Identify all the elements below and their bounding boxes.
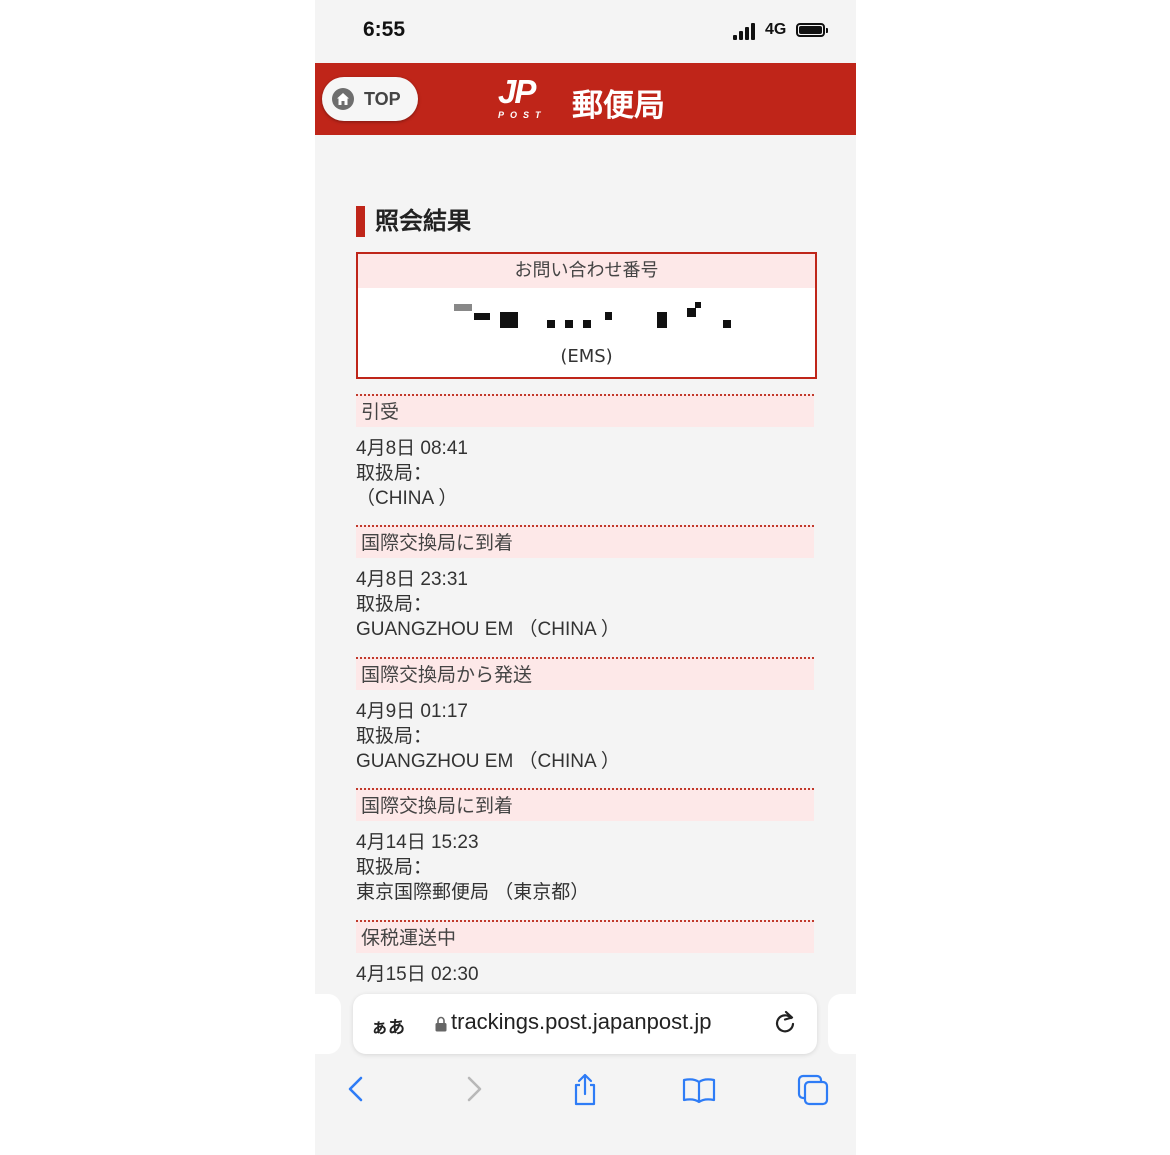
lock-icon — [435, 1016, 447, 1032]
event-office: 東京国際郵便局 （東京都） — [356, 882, 590, 903]
back-icon[interactable] — [339, 1072, 375, 1108]
tracking-event: 国際交換局に到着 4月8日 23:31 取扱局： GUANGZHOU EM （C… — [356, 525, 814, 642]
tracking-event: 国際交換局に到着 4月14日 15:23 取扱局： 東京国際郵便局 （東京都） — [356, 788, 814, 905]
url-text[interactable]: trackings.post.japanpost.jp — [451, 1009, 712, 1035]
status-bar: 6:55 4G — [315, 0, 856, 62]
forward-icon[interactable] — [455, 1072, 491, 1108]
tabs-icon[interactable] — [795, 1072, 831, 1108]
brand-name: 郵便局 — [572, 88, 665, 124]
bookmarks-icon[interactable] — [681, 1072, 717, 1108]
phone-screen: 6:55 4G TOP JP POST 郵便局 照会結果 お問い合わせ番号 (E… — [315, 0, 856, 1155]
reload-icon[interactable] — [772, 1009, 798, 1037]
event-status: 保税運送中 — [356, 920, 814, 953]
address-bar[interactable]: ぁあ trackings.post.japanpost.jp — [353, 994, 817, 1054]
event-datetime: 4月15日 02:30 — [356, 964, 479, 985]
logo-text: JP — [498, 73, 536, 110]
next-tab-preview[interactable] — [828, 994, 856, 1054]
share-icon[interactable] — [567, 1072, 603, 1108]
event-datetime: 4月14日 15:23 — [356, 832, 479, 853]
office-label: 取扱局： — [356, 856, 433, 878]
tracking-event: 国際交換局から発送 4月9日 01:17 取扱局： GUANGZHOU EM （… — [356, 657, 814, 774]
inquiry-label: お問い合わせ番号 — [358, 254, 815, 288]
service-type: (EMS) — [560, 346, 613, 367]
event-status: 国際交換局に到着 — [356, 525, 814, 558]
event-status: 国際交換局から発送 — [356, 657, 814, 690]
previous-tab-preview[interactable] — [315, 994, 341, 1054]
event-status: 引受 — [356, 394, 814, 427]
signal-icon — [733, 22, 759, 40]
tracking-number-redacted — [450, 298, 740, 334]
browser-toolbar — [315, 1062, 856, 1155]
event-office: （CHINA ） — [356, 488, 458, 509]
office-label: 取扱局： — [356, 593, 433, 615]
jp-post-logo: JP POST — [498, 73, 558, 123]
event-datetime: 4月8日 23:31 — [356, 569, 468, 590]
page-title: 照会結果 — [356, 206, 471, 237]
battery-icon — [796, 23, 828, 37]
top-button-label: TOP — [364, 89, 401, 109]
logo-subtext: POST — [498, 110, 547, 120]
tracking-event: 引受 4月8日 08:41 取扱局： （CHINA ） — [356, 394, 814, 511]
home-icon — [332, 88, 354, 110]
page-settings-button[interactable]: ぁあ — [371, 1013, 405, 1038]
event-office: GUANGZHOU EM （CHINA ） — [356, 751, 620, 772]
status-time: 6:55 — [363, 18, 406, 41]
inquiry-box: お問い合わせ番号 (EMS) — [356, 252, 817, 379]
event-office: GUANGZHOU EM （CHINA ） — [356, 619, 620, 640]
event-datetime: 4月9日 01:17 — [356, 701, 468, 722]
tracking-event: 保税運送中 4月15日 02:30 — [356, 920, 814, 987]
office-label: 取扱局： — [356, 462, 433, 484]
event-datetime: 4月8日 08:41 — [356, 438, 468, 459]
site-header: TOP JP POST 郵便局 — [315, 63, 856, 135]
event-status: 国際交換局に到着 — [356, 788, 814, 821]
network-type: 4G — [765, 21, 787, 38]
top-button[interactable]: TOP — [322, 77, 418, 121]
office-label: 取扱局： — [356, 725, 433, 747]
